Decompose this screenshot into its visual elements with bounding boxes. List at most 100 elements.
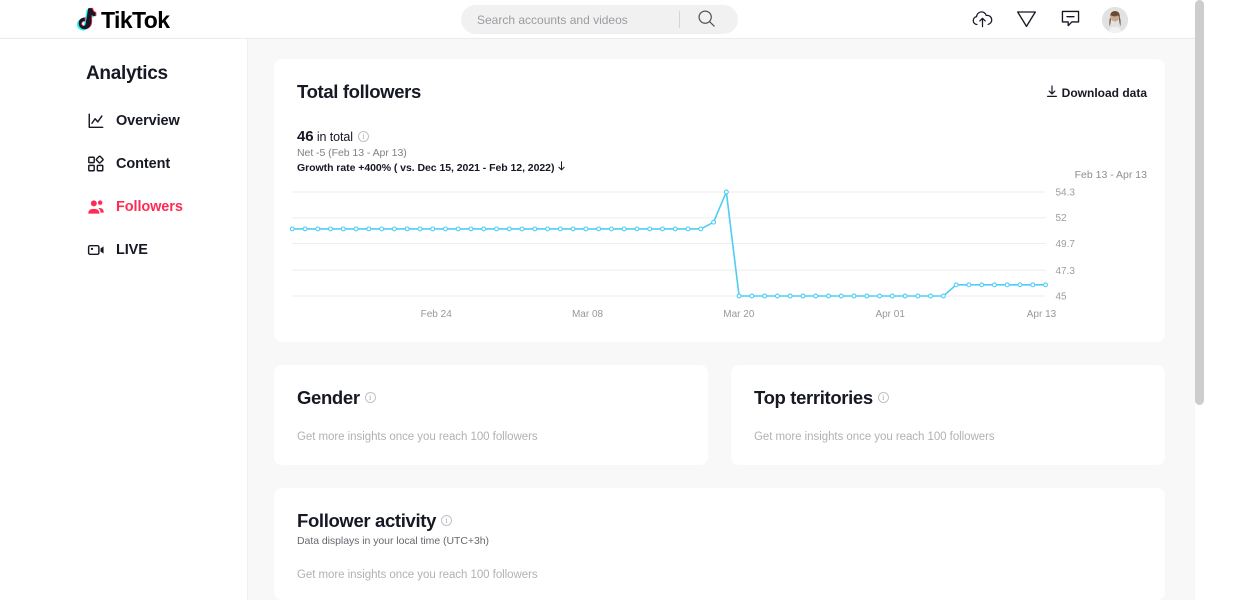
chart-data-point (967, 283, 971, 287)
chart-data-point (673, 227, 677, 231)
chart-data-point (431, 227, 435, 231)
send-button[interactable] (1014, 7, 1039, 32)
chart-data-point (980, 283, 984, 287)
sidebar-item-content[interactable]: Content (0, 150, 247, 178)
chart-data-point (469, 227, 473, 231)
download-data-button[interactable]: Download data (1046, 85, 1147, 101)
chart-data-point (763, 294, 767, 298)
message-button[interactable] (1058, 7, 1083, 32)
activity-subtitle: Data displays in your local time (UTC+3h… (297, 535, 489, 547)
sidebar-item-label: LIVE (116, 242, 148, 258)
sidebar-item-overview[interactable]: Overview (0, 107, 247, 135)
territories-header: Top territories (749, 387, 1141, 409)
followers-stats: 46 in total Net -5 (Feb 13 - Apr 13) Gro… (292, 129, 1141, 175)
chart-data-point (597, 227, 601, 231)
card-title: Top territories (754, 387, 873, 408)
followers-line-chart[interactable] (274, 184, 1165, 329)
chart-data-point (418, 227, 422, 231)
gender-header: Gender (292, 387, 684, 409)
upload-button[interactable] (970, 7, 995, 32)
follower-activity-card: Follower activity Data displays in your … (274, 488, 1165, 600)
insights-row: Gender Get more insights once you reach … (274, 365, 1165, 488)
chart-data-point (303, 227, 307, 231)
chart-data-point (890, 294, 894, 298)
chart-data-point (622, 227, 626, 231)
chart-data-point (635, 227, 639, 231)
search-input[interactable] (461, 5, 679, 34)
chart-data-point (929, 294, 933, 298)
main-content: Total followers Download data 46 in tota… (248, 39, 1195, 600)
chart-line-icon (86, 112, 105, 131)
search-button[interactable] (680, 5, 732, 34)
chart-data-point (1005, 283, 1009, 287)
card-title: Gender (297, 387, 360, 408)
chart-data-point (648, 227, 652, 231)
chart-data-point (814, 294, 818, 298)
send-icon (1015, 7, 1038, 33)
chart-data-point (1031, 283, 1035, 287)
activity-header: Follower activity (292, 510, 1141, 532)
sidebar-item-label: Followers (116, 199, 183, 215)
activity-placeholder: Get more insights once you reach 100 fol… (297, 569, 538, 581)
tiktok-wordmark: TikTok (101, 7, 170, 33)
sidebar-item-followers[interactable]: Followers (0, 193, 247, 221)
chart-data-point (941, 294, 945, 298)
chart-data-point (801, 294, 805, 298)
sidebar: Analytics Overview Content Followers LIV… (0, 39, 248, 600)
search-bar[interactable] (461, 5, 738, 34)
info-icon[interactable] (441, 514, 453, 526)
chart-data-point (788, 294, 792, 298)
right-gutter (1204, 0, 1260, 600)
page-scrollbar-thumb[interactable] (1195, 0, 1204, 405)
tiktok-analytics-page: TikTok Search accounts and videos Analyt… (0, 0, 1260, 600)
info-icon[interactable] (364, 391, 376, 403)
chart-data-point (405, 227, 409, 231)
chart-data-point (750, 294, 754, 298)
chart-data-point (507, 227, 511, 231)
chart-data-point (661, 227, 665, 231)
chart-data-point (712, 220, 716, 224)
chart-data-point (444, 227, 448, 231)
territories-placeholder: Get more insights once you reach 100 fol… (754, 431, 995, 443)
page-scrollbar-track[interactable] (1195, 0, 1204, 600)
chart-data-point (354, 227, 358, 231)
chart-data-point (290, 227, 294, 231)
chart-data-point (775, 294, 779, 298)
chart-date-range: Feb 13 - Apr 13 (1074, 169, 1147, 181)
top-territories-card: Top territories Get more insights once y… (731, 365, 1165, 465)
total-followers-card: Total followers Download data 46 in tota… (274, 59, 1165, 342)
chart-data-point (341, 227, 345, 231)
download-data-label: Download data (1061, 86, 1147, 100)
chart-data-point (456, 227, 460, 231)
sidebar-item-live[interactable]: LIVE (0, 236, 247, 264)
nav-actions (970, 4, 1128, 35)
message-icon (1059, 7, 1082, 33)
chart-data-point (329, 227, 333, 231)
sidebar-item-label: Overview (116, 113, 180, 129)
info-icon[interactable] (357, 131, 369, 143)
chart-data-point (380, 227, 384, 231)
chart-data-point (1018, 283, 1022, 287)
chart-data-point (392, 227, 396, 231)
card-title: Total followers (297, 81, 421, 102)
total-followers-value: 46 (297, 128, 314, 145)
chart-data-point (482, 227, 486, 231)
chart-data-point (865, 294, 869, 298)
video-camera-icon (86, 241, 105, 260)
growth-rate-text: Growth rate +400% ( vs. Dec 15, 2021 - F… (297, 162, 555, 174)
tiktok-logo[interactable]: TikTok (74, 4, 170, 36)
avatar[interactable] (1102, 6, 1128, 33)
chart-data-point (316, 227, 320, 231)
grid-squares-icon (86, 155, 105, 174)
chart-data-point (520, 227, 524, 231)
chart-data-point (954, 283, 958, 287)
upload-icon (971, 7, 994, 33)
search-icon (697, 9, 716, 31)
info-icon[interactable] (877, 391, 889, 403)
total-followers-suffix: in total (313, 130, 353, 144)
growth-down-arrow-icon (557, 161, 566, 175)
chart-line-path (292, 192, 1045, 296)
chart-data-point (827, 294, 831, 298)
gender-placeholder: Get more insights once you reach 100 fol… (297, 431, 538, 443)
total-followers-header: Total followers (292, 81, 1141, 103)
